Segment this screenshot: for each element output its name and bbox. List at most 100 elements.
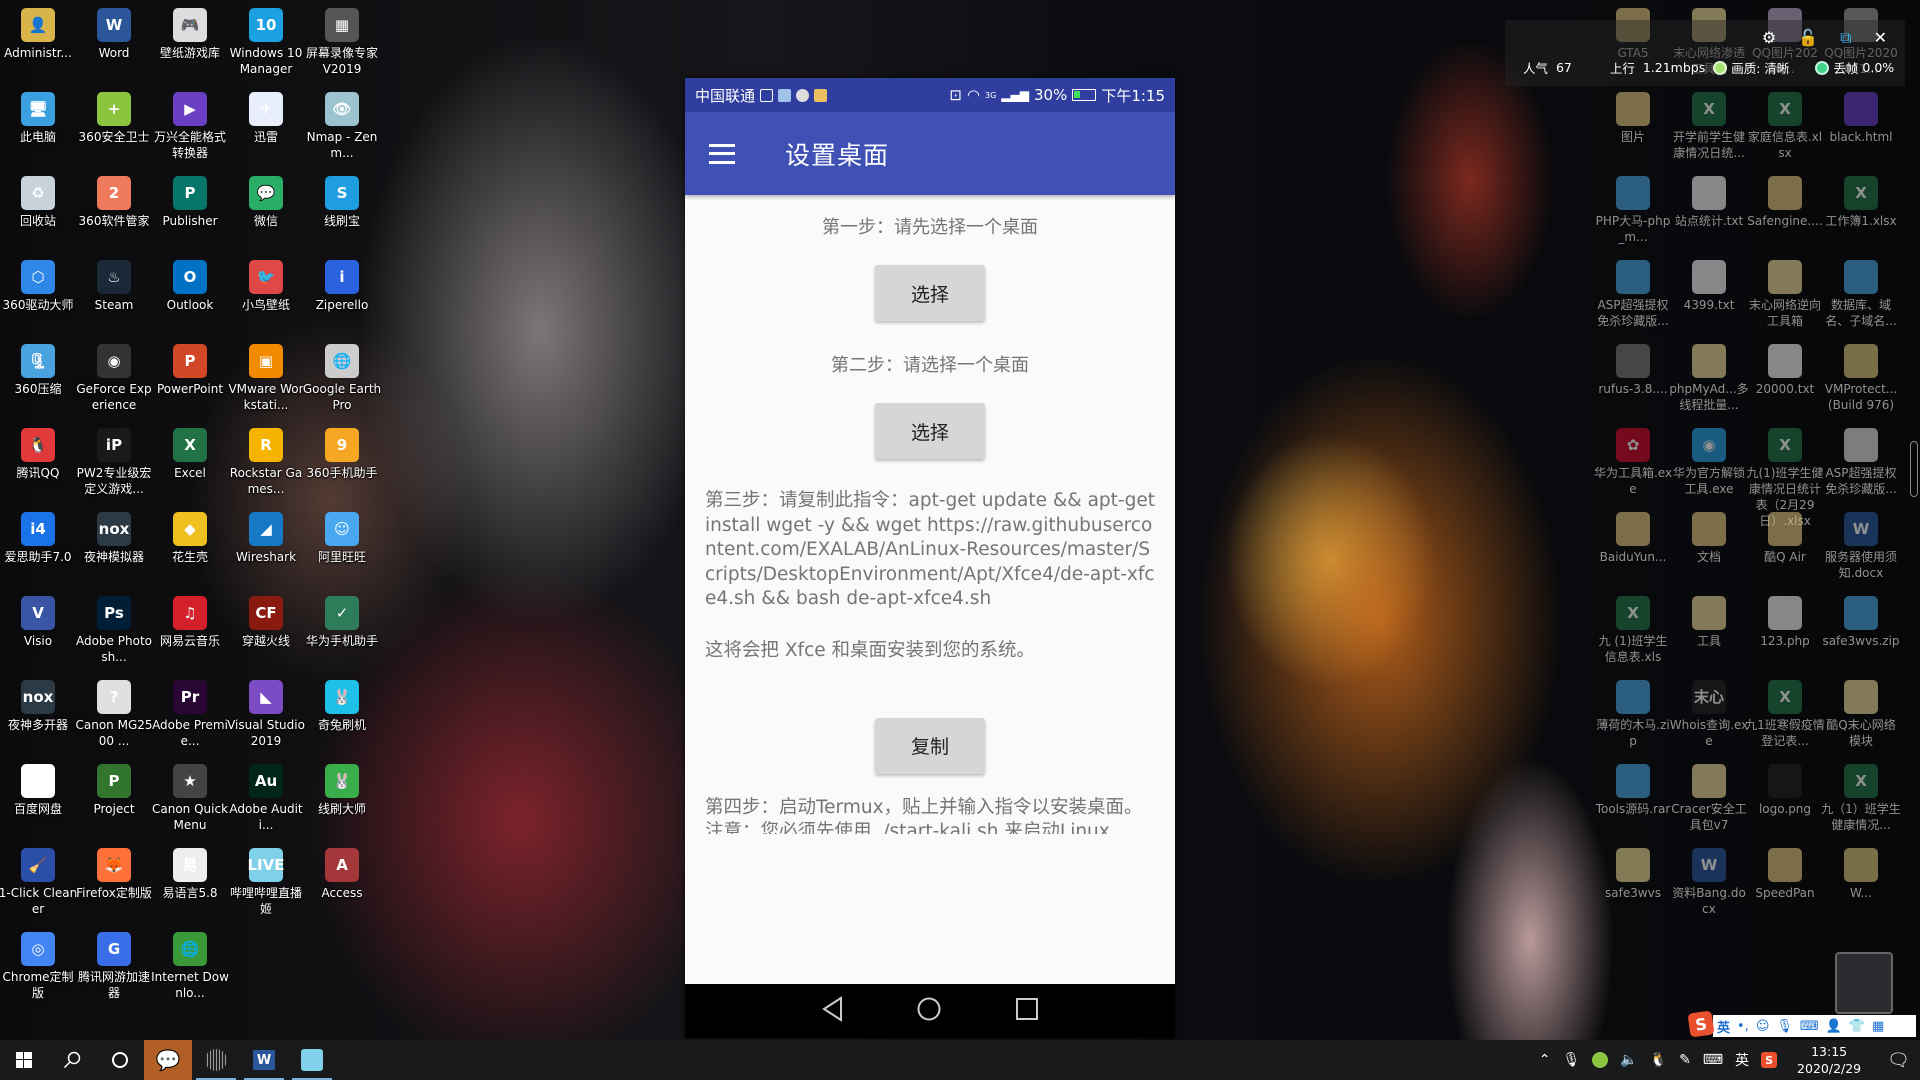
desktop-icon[interactable]: ◣ Visual Studio 2019 xyxy=(227,680,305,749)
start-button[interactable] xyxy=(0,1040,48,1080)
desktop-icon[interactable]: i Ziperello xyxy=(304,260,380,313)
desktop-icon[interactable]: A Access xyxy=(304,848,380,901)
desktop-icon[interactable]: ★ Canon Quick Menu xyxy=(152,764,228,833)
desktop-icon[interactable]: nox 夜神模拟器 xyxy=(76,512,152,565)
desktop-icon[interactable]: P PowerPoint xyxy=(152,344,228,397)
desktop-icon[interactable]: rufus-3.8.... xyxy=(1595,344,1671,397)
desktop-icon[interactable]: P Project xyxy=(76,764,152,817)
desktop-icon[interactable]: W 服务器使用须知.docx xyxy=(1823,512,1899,581)
desktop-icon[interactable]: BaiduYun... xyxy=(1595,512,1671,565)
skin-icon[interactable]: 👕 xyxy=(1849,1019,1865,1034)
desktop-icon[interactable]: 🐧 腾讯QQ xyxy=(0,428,76,481)
desktop-icon[interactable]: logo.png xyxy=(1747,764,1823,817)
desktop-icon[interactable]: W 资料Bang.docx xyxy=(1671,848,1747,917)
desktop-icon[interactable]: 🐦 小鸟壁纸 xyxy=(228,260,304,313)
desktop-icon[interactable]: VMProtect... (Build 976) xyxy=(1823,344,1899,413)
desktop-icon[interactable]: safe3wvs xyxy=(1595,848,1671,901)
desktop-icon[interactable]: LIVE 哔哩哔哩直播姬 xyxy=(228,848,304,917)
desktop-icon[interactable]: G 腾讯网游加速器 xyxy=(76,932,152,1001)
desktop-icon[interactable]: 🐰 线刷大师 xyxy=(304,764,380,817)
taskbar-app-bilibili-live[interactable] xyxy=(288,1040,336,1080)
desktop-icon[interactable]: X 九1班寒假疫情登记表... xyxy=(1745,680,1825,749)
taskbar-app-word[interactable]: W xyxy=(240,1040,288,1080)
qq-tray-icon[interactable]: 🐧 xyxy=(1650,1052,1667,1068)
desktop-icon[interactable]: black.html xyxy=(1823,92,1899,145)
settings-gear-icon[interactable]: ⚙ xyxy=(1762,28,1776,48)
desktop-icon[interactable]: 💬 微信 xyxy=(228,176,304,229)
soft-keyboard-icon[interactable]: ⌨ xyxy=(1800,1019,1819,1034)
desktop-icon[interactable]: 🗜 360压缩 xyxy=(0,344,76,397)
ime-lang-toggle[interactable]: 英 xyxy=(1717,1017,1730,1036)
desktop-icon[interactable]: X 工作簿1.xlsx xyxy=(1823,176,1899,229)
desktop-icon[interactable]: ▶ 万兴全能格式转换器 xyxy=(152,92,228,161)
desktop-icon[interactable]: ◎ Chrome定制版 xyxy=(0,932,76,1001)
desktop-icon[interactable]: 站点统计.txt xyxy=(1671,176,1747,229)
cortana-button[interactable] xyxy=(96,1040,144,1080)
select-desktop-button-1[interactable]: 选择 xyxy=(875,265,985,321)
recents-icon[interactable] xyxy=(1015,997,1039,1025)
desktop-icon[interactable]: Au Adobe Auditi... xyxy=(228,764,304,833)
unlock-icon[interactable]: 🔓 xyxy=(1798,28,1818,48)
desktop-icon[interactable]: Safengine.... xyxy=(1747,176,1823,229)
desktop-icon[interactable]: X 开学前学生健康情况日统... xyxy=(1671,92,1747,161)
voice-input-icon[interactable]: 🎙 xyxy=(1776,1019,1793,1034)
desktop-icon[interactable]: iP PW2专业级宏定义游戏... xyxy=(76,428,152,497)
desktop-icon[interactable]: phpMyAd...多线程批量... xyxy=(1669,344,1749,413)
floating-widget[interactable] xyxy=(1835,952,1893,1014)
desktop-icon[interactable]: P Publisher xyxy=(152,176,228,229)
desktop-icon[interactable]: Pr Adobe Premie... xyxy=(152,680,228,749)
desktop-icon[interactable]: 图片 xyxy=(1595,92,1671,145)
desktop-icon[interactable]: ▣ VMware Workstati... xyxy=(228,344,304,413)
desktop-icon[interactable]: ✓ 华为手机助手 xyxy=(304,596,380,649)
show-hidden-icons-chevron[interactable]: ⌃ xyxy=(1539,1052,1551,1068)
desktop-icon[interactable]: 4399.txt xyxy=(1671,260,1747,313)
close-icon[interactable]: ✕ xyxy=(1874,28,1887,48)
action-center-icon[interactable]: 🗨 xyxy=(1887,1050,1910,1071)
desktop-icon[interactable]: ♨ Steam xyxy=(76,260,152,313)
sogou-ime-icon[interactable]: S xyxy=(1687,1010,1715,1038)
desktop-icon[interactable]: 123.php xyxy=(1747,596,1823,649)
select-desktop-button-2[interactable]: 选择 xyxy=(875,403,985,459)
desktop-icon[interactable]: W Word xyxy=(76,8,152,61)
desktop-icon[interactable]: X 九（1）班学生健康情况... xyxy=(1821,764,1901,833)
desktop-icon[interactable]: O Outlook xyxy=(152,260,228,313)
desktop-icon[interactable]: 🧹 1-Click Cleaner xyxy=(0,848,77,917)
desktop-icon[interactable]: CF 穿越火线 xyxy=(228,596,304,649)
desktop-icon[interactable]: R Rockstar Games... xyxy=(228,428,304,497)
desktop-icon[interactable]: ☁ 百度网盘 xyxy=(0,764,76,817)
desktop-icon[interactable]: nox 夜神多开器 xyxy=(0,680,76,733)
desktop-icon[interactable]: ♫ 网易云音乐 xyxy=(152,596,228,649)
input-language[interactable]: 英 xyxy=(1735,1050,1749,1070)
desktop-icon[interactable]: 10 Windows 10 Manager xyxy=(228,8,304,77)
desktop-icon[interactable]: 文档 xyxy=(1671,512,1747,565)
desktop-icon[interactable]: ? Canon MG2500 ... xyxy=(75,680,153,749)
desktop-icon[interactable]: ◆ 花生壳 xyxy=(152,512,228,565)
toolbox-icon[interactable]: ▦ xyxy=(1872,1019,1884,1034)
search-button[interactable] xyxy=(48,1040,96,1080)
desktop-icon[interactable]: 🎮 壁纸游戏库 xyxy=(152,8,228,61)
desktop-icon[interactable]: 9 360手机助手 xyxy=(304,428,380,481)
desktop-icon[interactable]: 末心 Whois查询.exe xyxy=(1670,680,1748,749)
scroll-indicator[interactable] xyxy=(1910,441,1918,497)
pen-icon[interactable]: ✎ xyxy=(1679,1052,1691,1068)
desktop-icon[interactable]: 2 360软件管家 xyxy=(76,176,152,229)
desktop-icon[interactable]: 🖥 此电脑 xyxy=(0,92,76,145)
tray-clock[interactable]: 13:15 2020/2/29 xyxy=(1797,1043,1861,1077)
copy-command-button[interactable]: 复制 xyxy=(875,717,985,774)
home-icon[interactable] xyxy=(916,996,942,1026)
desktop-icon[interactable]: 易易语言5.8 xyxy=(152,848,228,901)
desktop-icon[interactable]: ▦ 屏幕录像专家 V2019 xyxy=(304,8,380,77)
desktop-icon[interactable]: 🌐 Internet Downlo... xyxy=(151,932,229,1001)
desktop-icon[interactable]: 👁 Nmap - Zenm... xyxy=(304,92,380,161)
emoji-icon[interactable]: ☺ xyxy=(1756,1019,1770,1034)
desktop-icon[interactable]: V Visio xyxy=(0,596,76,649)
desktop-icon[interactable]: X 家庭信息表.xlsx xyxy=(1747,92,1823,161)
desktop-icon[interactable]: 🐰 奇兔刷机 xyxy=(304,680,380,733)
desktop-icon[interactable]: i4 爱思助手7.0 xyxy=(0,512,76,565)
desktop-icon[interactable]: ASP超强提权免杀珍藏版... xyxy=(1595,260,1671,329)
hamburger-menu-icon[interactable] xyxy=(709,143,735,164)
desktop-icon[interactable]: X 九 (1)班学生信息表.xls xyxy=(1595,596,1671,665)
desktop-icon[interactable]: 20000.txt xyxy=(1747,344,1823,397)
desktop-icon[interactable]: SpeedPan xyxy=(1747,848,1823,901)
taskbar-app-screen-recorder[interactable] xyxy=(192,1040,240,1080)
